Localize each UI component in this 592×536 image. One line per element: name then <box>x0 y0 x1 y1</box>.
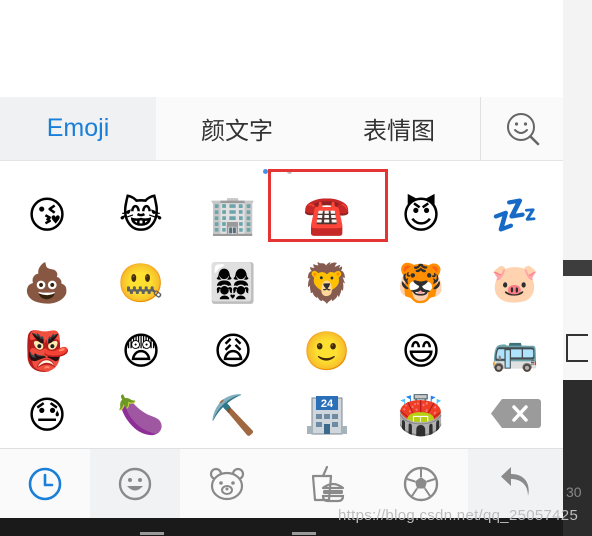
background-app-bar <box>563 260 592 276</box>
emoji-tiger[interactable]: 🐯 <box>374 249 468 317</box>
tab-sticker[interactable]: 表情图 <box>318 97 480 160</box>
emoji-family[interactable]: 👩‍👩‍👧‍👧 <box>186 249 280 317</box>
background-app-text: 30 <box>566 484 582 500</box>
emoji-zzz[interactable]: 💤 <box>468 181 562 249</box>
highlight-box <box>268 169 388 242</box>
tab-emoji[interactable]: Emoji <box>0 97 156 160</box>
emoji-kissing-heart[interactable]: 😘 <box>0 181 94 249</box>
backspace-button[interactable] <box>490 397 542 430</box>
emoji-cat-tears[interactable]: 😹 <box>94 181 188 249</box>
bear-icon <box>209 467 245 501</box>
emoji-poop[interactable]: 💩 <box>0 249 94 317</box>
watermark: https://blog.csdn.net/qq_25057425 <box>338 507 579 524</box>
soccer-ball-icon <box>403 466 439 502</box>
nav-home-button[interactable] <box>292 532 316 535</box>
smiley-icon <box>118 467 152 501</box>
return-arrow-icon <box>500 467 529 496</box>
emoji-lion[interactable]: 🦁 <box>280 249 374 317</box>
screen: 30 Emoji 颜文字 表情图 😘 😹 🏢 ☎️ 😈 💤 💩 🤐 👩‍👩‍👧 <box>0 0 592 536</box>
emoji-grin[interactable]: 😄 <box>374 317 468 385</box>
food-icon <box>311 465 345 503</box>
emoji-tab-bar: Emoji 颜文字 表情图 <box>0 97 563 161</box>
emoji-convenience-store[interactable]: 24 <box>280 381 374 449</box>
convenience-store-icon: 24 <box>307 396 347 435</box>
emoji-slight-smile[interactable]: 🙂 <box>280 317 374 385</box>
category-animals[interactable] <box>182 449 272 519</box>
category-smileys[interactable] <box>90 449 180 519</box>
store-sign: 24 <box>321 398 334 410</box>
emoji-bus[interactable]: 🚌 <box>468 317 562 385</box>
category-recent[interactable] <box>0 449 90 519</box>
clock-icon <box>28 467 62 501</box>
background-app-top <box>563 0 592 260</box>
background-app-input <box>566 334 588 362</box>
nav-back-button[interactable] <box>140 532 164 535</box>
emoji-sweat[interactable]: 😓 <box>0 381 94 449</box>
background-app-body <box>563 276 592 380</box>
emoji-zipper-mouth[interactable]: 🤐 <box>94 249 188 317</box>
emoji-search-button[interactable] <box>480 97 564 160</box>
tab-kaomoji[interactable]: 颜文字 <box>156 97 318 160</box>
emoji-stadium[interactable]: 🏟️ <box>374 381 468 449</box>
emoji-pick[interactable]: ⛏️ <box>186 381 280 449</box>
emoji-goblin[interactable]: 👺 <box>0 317 94 385</box>
emoji-smiling-imp[interactable]: 😈 <box>374 181 468 249</box>
emoji-fearful[interactable]: 😨 <box>94 317 188 385</box>
content-area <box>0 0 563 97</box>
emoji-weary[interactable]: 😩 <box>186 317 280 385</box>
emoji-eggplant[interactable]: 🍆 <box>94 381 188 449</box>
search-face-icon <box>506 112 539 145</box>
emoji-office-building[interactable]: 🏢 <box>186 181 280 249</box>
backspace-icon <box>491 399 541 428</box>
emoji-pig[interactable]: 🐷 <box>468 249 562 317</box>
